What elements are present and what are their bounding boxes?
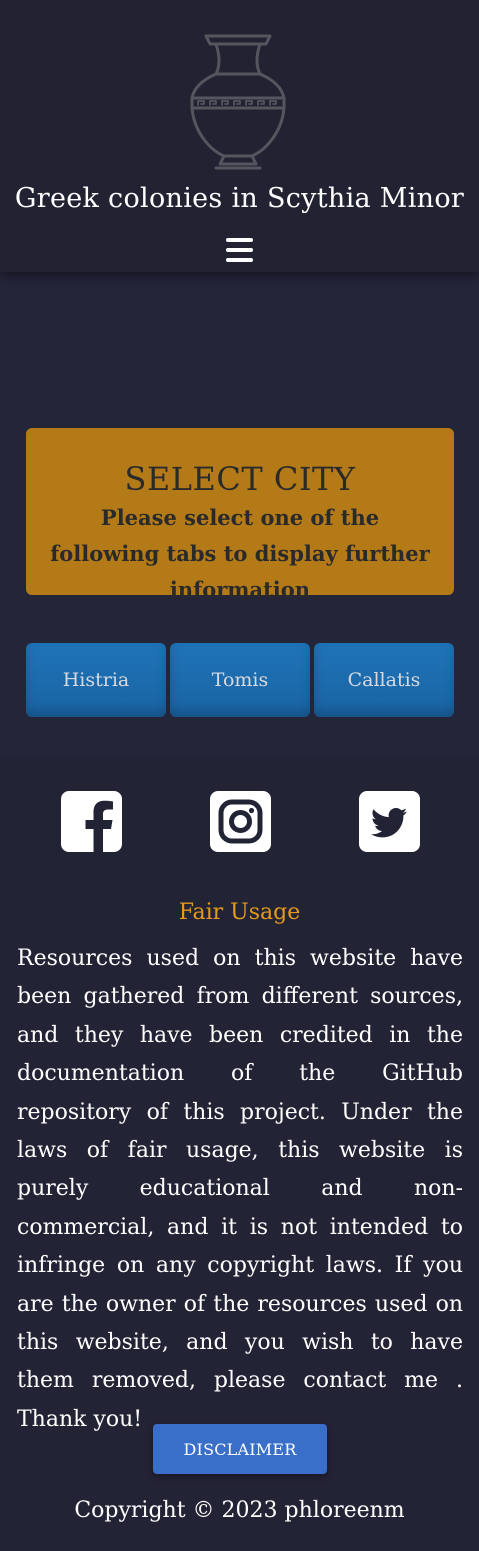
hamburger-menu-icon[interactable] — [226, 238, 253, 262]
greek-amphora-icon[interactable] — [186, 32, 290, 172]
copyright-text: Copyright © 2023 phloreenm — [74, 1498, 405, 1523]
city-tabs: Histria Tomis Callatis — [26, 643, 454, 717]
twitter-icon[interactable] — [359, 791, 420, 852]
select-city-title: SELECT CITY — [124, 460, 356, 498]
facebook-icon[interactable] — [61, 791, 122, 852]
disclaimer-button[interactable]: DISCLAIMER — [153, 1424, 327, 1474]
tab-callatis[interactable]: Callatis — [314, 643, 454, 717]
site-title: Greek colonies in Scythia Minor — [14, 183, 465, 214]
select-city-card: SELECT CITY Please select one of the fol… — [26, 428, 454, 602]
fair-usage-title: Fair Usage — [178, 900, 301, 925]
site-footer: Fair Usage Resources used on this websit… — [0, 758, 479, 1551]
instagram-icon[interactable] — [210, 791, 271, 852]
tab-tomis[interactable]: Tomis — [170, 643, 310, 717]
main-content: SELECT CITY Please select one of the fol… — [0, 272, 479, 744]
fair-usage-text: Resources used on this website have been… — [17, 946, 463, 1432]
select-city-instructions: Please select one of the following tabs … — [50, 505, 430, 602]
site-header: Greek colonies in Scythia Minor — [0, 0, 479, 272]
tab-histria[interactable]: Histria — [26, 643, 166, 717]
